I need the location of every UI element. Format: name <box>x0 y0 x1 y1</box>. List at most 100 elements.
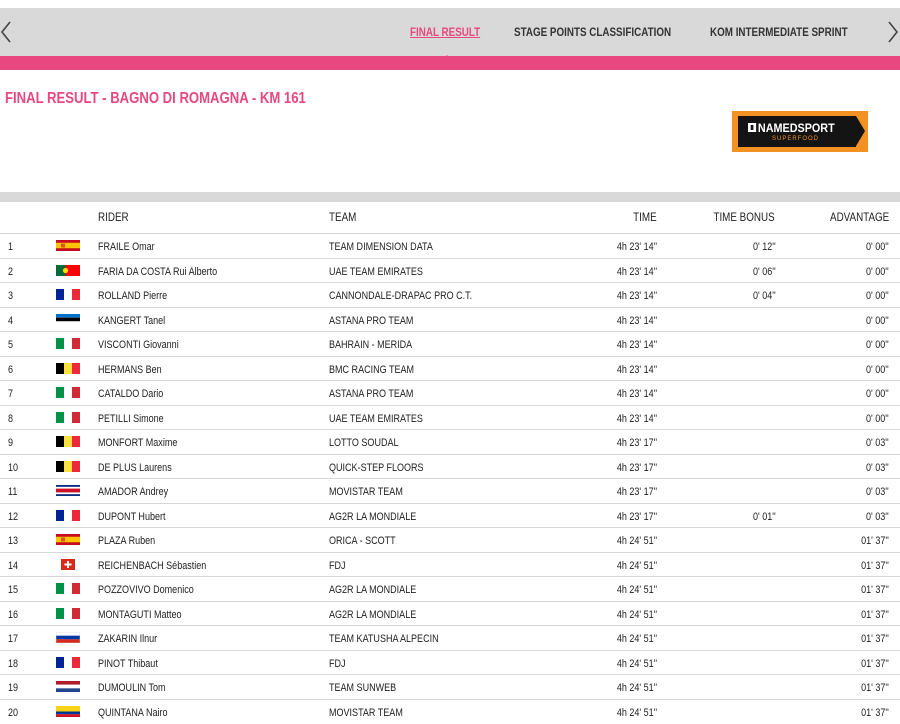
rider-name[interactable]: MONFORT Maxime <box>98 437 177 449</box>
table-row[interactable]: 12 DUPONT Hubert AG2R LA MONDIALE 4h 23' 17… <box>0 502 900 528</box>
team-name[interactable]: ASTANA PRO TEAM <box>329 315 413 327</box>
rider-time: 4h 23' 14'' <box>616 388 657 400</box>
chevron-right-icon[interactable] <box>887 20 899 44</box>
header-time[interactable]: TIME <box>633 210 657 224</box>
table-row[interactable]: 8 PETILLI Simone UAE TEAM EMIRATES 4h 23' 1… <box>0 404 900 430</box>
rider-name[interactable]: DE PLUS Laurens <box>98 462 172 474</box>
rider-name[interactable]: PINOT Thibaut <box>98 658 158 670</box>
table-row[interactable]: 16 MONTAGUTI Matteo AG2R LA MONDIALE 4h 24'… <box>0 600 900 626</box>
team-name[interactable]: QUICK-STEP FLOORS <box>329 462 424 474</box>
row-position: 10 <box>8 461 19 474</box>
team-name[interactable]: LOTTO SOUDAL <box>329 437 399 449</box>
rider-name[interactable]: CATALDO Dario <box>98 388 163 400</box>
rider-name[interactable]: PETILLI Simone <box>98 413 164 425</box>
time-advantage: 01' 37'' <box>861 682 889 694</box>
rider-name[interactable]: AMADOR Andrey <box>98 486 168 498</box>
team-name[interactable]: AG2R LA MONDIALE <box>329 609 416 621</box>
rider-name[interactable]: MONTAGUTI Matteo <box>98 609 182 621</box>
rider-name[interactable]: HERMANS Ben <box>98 364 162 376</box>
tab-bar: FINAL RESULT STAGE POINTS CLASSIFICATION… <box>0 8 900 64</box>
time-advantage: 0' 00'' <box>866 290 889 302</box>
table-row[interactable]: 10 DE PLUS Laurens QUICK-STEP FLOORS 4h 23'… <box>0 453 900 479</box>
table-row[interactable]: 3 ROLLAND Pierre CANNONDALE-DRAPAC PRO C.T… <box>0 282 900 307</box>
country-flag-icon <box>56 485 80 496</box>
time-advantage: 0' 00'' <box>866 388 889 400</box>
team-name[interactable]: TEAM KATUSHA ALPECIN <box>329 633 439 645</box>
header-time-bonus[interactable]: TIME BONUS <box>714 210 775 224</box>
sponsor-banner[interactable]: NAMEDSPORT SUPERFOOD <box>732 111 868 152</box>
table-row[interactable]: 6 HERMANS Ben BMC RACING TEAM 4h 23' 14'' 0'… <box>0 355 900 381</box>
team-name[interactable]: AG2R LA MONDIALE <box>329 511 416 523</box>
table-row[interactable]: 17 ZAKARIN Ilnur TEAM KATUSHA ALPECIN 4h 24… <box>0 625 900 650</box>
table-row[interactable]: 20 QUINTANA Nairo MOVISTAR TEAM 4h 24' 51''… <box>0 698 900 724</box>
rider-name[interactable]: DUPONT Hubert <box>98 511 166 523</box>
rider-name[interactable]: KANGERT Tanel <box>98 315 165 327</box>
row-position: 15 <box>8 584 19 596</box>
time-advantage: 0' 00'' <box>866 339 889 351</box>
header-rider[interactable]: RIDER <box>98 210 129 224</box>
team-name[interactable]: UAE TEAM EMIRATES <box>329 266 423 278</box>
rider-time: 4h 23' 14'' <box>616 290 657 302</box>
rider-name[interactable]: ZAKARIN Ilnur <box>98 633 157 645</box>
time-advantage: 01' 37'' <box>861 657 889 670</box>
rider-time: 4h 23' 17'' <box>616 437 657 449</box>
team-name[interactable]: ORICA - SCOTT <box>329 535 396 547</box>
table-row[interactable]: 2 FARIA DA COSTA Rui Alberto UAE TEAM EMIR… <box>0 257 900 283</box>
table-row[interactable]: 5 VISCONTI Giovanni BAHRAIN - MERIDA 4h 23'… <box>0 331 900 356</box>
team-name[interactable]: AG2R LA MONDIALE <box>329 584 416 596</box>
rider-name[interactable]: DUMOULIN Tom <box>98 682 165 694</box>
rider-time: 4h 24' 51'' <box>616 657 657 670</box>
table-row[interactable]: 9 MONFORT Maxime LOTTO SOUDAL 4h 23' 17'' 0'… <box>0 429 900 454</box>
table-row[interactable]: 18 PINOT Thibaut FDJ 4h 24' 51'' 01' 37'' <box>0 649 900 675</box>
table-row[interactable]: 15 POZZOVIVO Domenico AG2R LA MONDIALE 4h 2… <box>0 576 900 601</box>
team-name[interactable]: MOVISTAR TEAM <box>329 707 403 719</box>
row-position: 20 <box>8 706 19 719</box>
rider-name[interactable]: QUINTANA Nairo <box>98 707 168 719</box>
team-name[interactable]: BAHRAIN - MERIDA <box>329 339 412 351</box>
row-position: 14 <box>8 559 19 572</box>
row-position: 13 <box>8 535 19 547</box>
rider-name[interactable]: FARIA DA COSTA Rui Alberto <box>98 266 217 278</box>
team-name[interactable]: FDJ <box>329 658 346 670</box>
table-row[interactable]: 7 CATALDO Dario ASTANA PRO TEAM 4h 23' 14''… <box>0 380 900 405</box>
team-name[interactable]: TEAM SUNWEB <box>329 682 396 694</box>
team-name[interactable]: TEAM DIMENSION DATA <box>329 241 433 253</box>
rider-time: 4h 24' 51'' <box>616 584 657 596</box>
table-row[interactable]: 11 AMADOR Andrey MOVISTAR TEAM 4h 23' 17'' 0… <box>0 478 900 503</box>
table-row[interactable]: 4 KANGERT Tanel ASTANA PRO TEAM 4h 23' 14''… <box>0 306 900 332</box>
country-flag-icon <box>56 362 80 374</box>
country-flag-icon <box>56 240 80 251</box>
rider-time: 4h 23' 14'' <box>616 363 657 376</box>
rider-name[interactable]: POZZOVIVO Domenico <box>98 584 194 596</box>
team-name[interactable]: CANNONDALE-DRAPAC PRO C.T. <box>329 290 472 302</box>
country-flag-icon <box>56 313 80 325</box>
time-advantage: 01' 37'' <box>861 608 889 621</box>
rider-time: 4h 24' 51'' <box>616 559 657 572</box>
tab-kom-intermediate-sprint[interactable]: KOM INTERMEDIATE SPRINT <box>710 25 848 39</box>
team-name[interactable]: BMC RACING TEAM <box>329 364 414 376</box>
team-name[interactable]: UAE TEAM EMIRATES <box>329 413 423 425</box>
time-advantage: 0' 00'' <box>866 314 889 327</box>
team-name[interactable]: FDJ <box>329 560 346 572</box>
rider-name[interactable]: ROLLAND Pierre <box>98 290 167 302</box>
rider-time: 4h 23' 14'' <box>616 339 657 351</box>
tab-final-result[interactable]: FINAL RESULT <box>410 25 480 39</box>
tab-stage-points-classification[interactable]: STAGE POINTS CLASSIFICATION <box>514 25 671 39</box>
table-row[interactable]: 13 PLAZA Ruben ORICA - SCOTT 4h 24' 51'' 01'… <box>0 527 900 552</box>
sponsor-tagline: SUPERFOOD <box>772 136 820 142</box>
chevron-left-icon[interactable] <box>0 20 12 44</box>
rider-name[interactable]: FRAILE Omar <box>98 241 155 253</box>
table-row[interactable]: 14 REICHENBACH Sébastien FDJ 4h 24' 51'' 01'… <box>0 551 900 577</box>
time-advantage: 0' 00'' <box>866 241 889 253</box>
rider-name[interactable]: VISCONTI Giovanni <box>98 339 179 351</box>
country-flag-icon <box>56 289 80 300</box>
team-name[interactable]: MOVISTAR TEAM <box>329 486 403 498</box>
header-advantage[interactable]: ADVANTAGE <box>830 210 889 224</box>
team-name[interactable]: ASTANA PRO TEAM <box>329 388 413 400</box>
header-team[interactable]: TEAM <box>329 210 356 224</box>
rider-name[interactable]: REICHENBACH Sébastien <box>98 560 206 572</box>
rider-name[interactable]: PLAZA Ruben <box>98 535 155 547</box>
table-row[interactable]: 19 DUMOULIN Tom TEAM SUNWEB 4h 24' 51'' 01' … <box>0 674 900 699</box>
table-row[interactable]: 1 FRAILE Omar TEAM DIMENSION DATA 4h 23' 14… <box>0 233 900 258</box>
top-strip <box>0 0 900 8</box>
